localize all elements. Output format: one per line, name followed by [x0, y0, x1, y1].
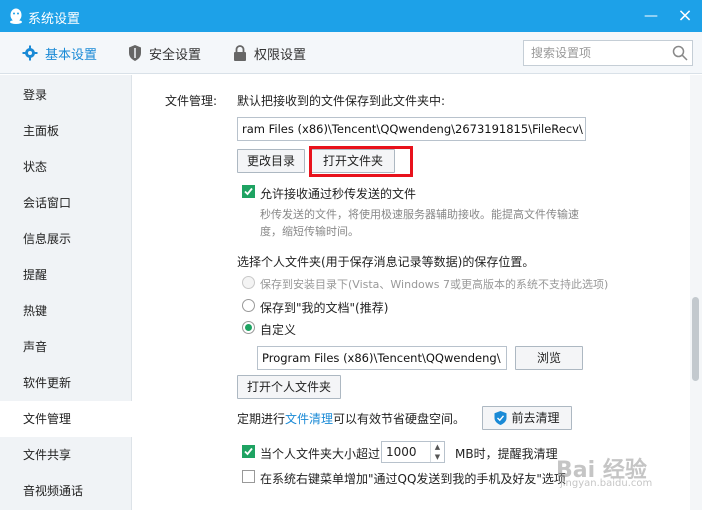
cleanup-suffix: 可以有效节省硬盘空间。: [333, 412, 466, 426]
sidebar-item-login[interactable]: 登录: [0, 77, 132, 113]
sidebar-item-hotkey[interactable]: 热键: [0, 293, 132, 329]
vertical-scrollbar[interactable]: [690, 75, 702, 510]
context-menu-label: 在系统右键菜单增加"通过QQ发送到我的手机及好友"选项: [260, 472, 566, 486]
go-cleanup-label: 前去清理: [511, 411, 560, 425]
stepper-arrows-icon[interactable]: ▲ ▼: [430, 442, 444, 462]
file-management-panel: 文件管理: 默认把接收到的文件保存到此文件夹中: ram Files (x86)…: [133, 75, 689, 510]
section-label: 文件管理:: [165, 94, 218, 108]
settings-tabbar: 基本设置 安全设置 权限设置: [0, 32, 702, 74]
close-button[interactable]: ×: [670, 0, 700, 32]
window-title: 系统设置: [28, 12, 81, 27]
search-icon[interactable]: [672, 45, 688, 61]
default-save-text: 默认把接收到的文件保存到此文件夹中:: [237, 94, 446, 108]
personal-folder-title: 选择个人文件夹(用于保存消息记录等数据)的保存位置。: [237, 255, 535, 269]
change-dir-button[interactable]: 更改目录: [237, 149, 305, 173]
settings-sidebar: 登录 主面板 状态 会话窗口 信息展示 提醒 热键 声音 软件更新 文件管理 文…: [0, 75, 133, 510]
radio-custom[interactable]: [242, 321, 255, 334]
shield-icon: [129, 45, 141, 61]
size-limit-value: 1000: [386, 445, 417, 459]
minimize-button[interactable]: —: [636, 0, 666, 32]
custom-path-field[interactable]: Program Files (x86)\Tencent\QQwendeng\: [257, 346, 507, 370]
radio-install-label: 保存到安装目录下(Vista、Windows 7或更高版本的系统不支持此选项): [260, 278, 609, 291]
watermark-url: jingyan.baidu.com: [560, 478, 653, 489]
sidebar-item-update[interactable]: 软件更新: [0, 365, 132, 401]
tab-label: 基本设置: [45, 47, 98, 63]
size-limit-stepper[interactable]: 1000 ▲ ▼: [381, 441, 445, 463]
open-personal-folder-button[interactable]: 打开个人文件夹: [237, 375, 341, 399]
cleanup-link[interactable]: 文件清理: [285, 410, 333, 427]
cleanup-prefix: 定期进行: [237, 412, 286, 426]
browse-button[interactable]: 浏览: [515, 346, 583, 370]
transfer-desc-line1: 秒传发送的文件，将使用极速服务器辅助接收。能提高文件传输速: [260, 208, 579, 221]
sidebar-item-file-management[interactable]: 文件管理: [0, 401, 133, 437]
allow-transfer-checkbox[interactable]: [242, 185, 255, 198]
sidebar-item-info-display[interactable]: 信息展示: [0, 221, 132, 257]
title-bar: 系统设置 — ×: [0, 0, 702, 32]
go-cleanup-button[interactable]: 前去清理: [482, 406, 572, 430]
qq-logo-icon: [10, 8, 22, 24]
gear-icon: [22, 45, 38, 61]
radio-mydocs-label: 保存到"我的文档"(推荐): [260, 301, 389, 315]
scrollbar-thumb[interactable]: [692, 297, 699, 381]
search-box: [523, 40, 693, 66]
checkmark-icon: [244, 447, 253, 456]
sidebar-item-av-call[interactable]: 音视频通话: [0, 473, 132, 509]
radio-custom-label: 自定义: [260, 323, 297, 337]
tab-permission-settings[interactable]: 权限设置: [233, 32, 306, 74]
context-menu-checkbox[interactable]: [242, 470, 255, 483]
tab-label: 权限设置: [254, 47, 307, 63]
sidebar-item-reminder[interactable]: 提醒: [0, 257, 132, 293]
size-limit-suffix: MB时，提醒我清理: [455, 447, 558, 461]
sidebar-item-chat-window[interactable]: 会话窗口: [0, 185, 132, 221]
allow-transfer-label: 允许接收通过秒传发送的文件: [260, 187, 417, 201]
radio-install-dir: [242, 276, 255, 289]
transfer-desc-line2: 度，缩短传输时间。: [260, 225, 359, 238]
tab-basic-settings[interactable]: 基本设置: [22, 32, 97, 74]
red-highlight-box: [309, 146, 413, 177]
sidebar-item-sound[interactable]: 声音: [0, 329, 132, 365]
search-input[interactable]: [524, 41, 664, 65]
tab-security-settings[interactable]: 安全设置: [128, 32, 201, 74]
checkmark-icon: [244, 187, 253, 196]
shield-check-icon: [494, 411, 507, 425]
tab-label: 安全设置: [149, 47, 202, 63]
sidebar-item-file-sharing[interactable]: 文件共享: [0, 437, 132, 473]
radio-my-documents[interactable]: [242, 299, 255, 312]
lock-icon: [234, 45, 246, 61]
sidebar-item-status[interactable]: 状态: [0, 149, 132, 185]
size-limit-prefix: 当个人文件夹大小超过: [260, 447, 381, 461]
sidebar-item-main-panel[interactable]: 主面板: [0, 113, 132, 149]
size-limit-checkbox[interactable]: [242, 445, 255, 458]
recv-path-field[interactable]: ram Files (x86)\Tencent\QQwendeng\267319…: [237, 117, 586, 141]
